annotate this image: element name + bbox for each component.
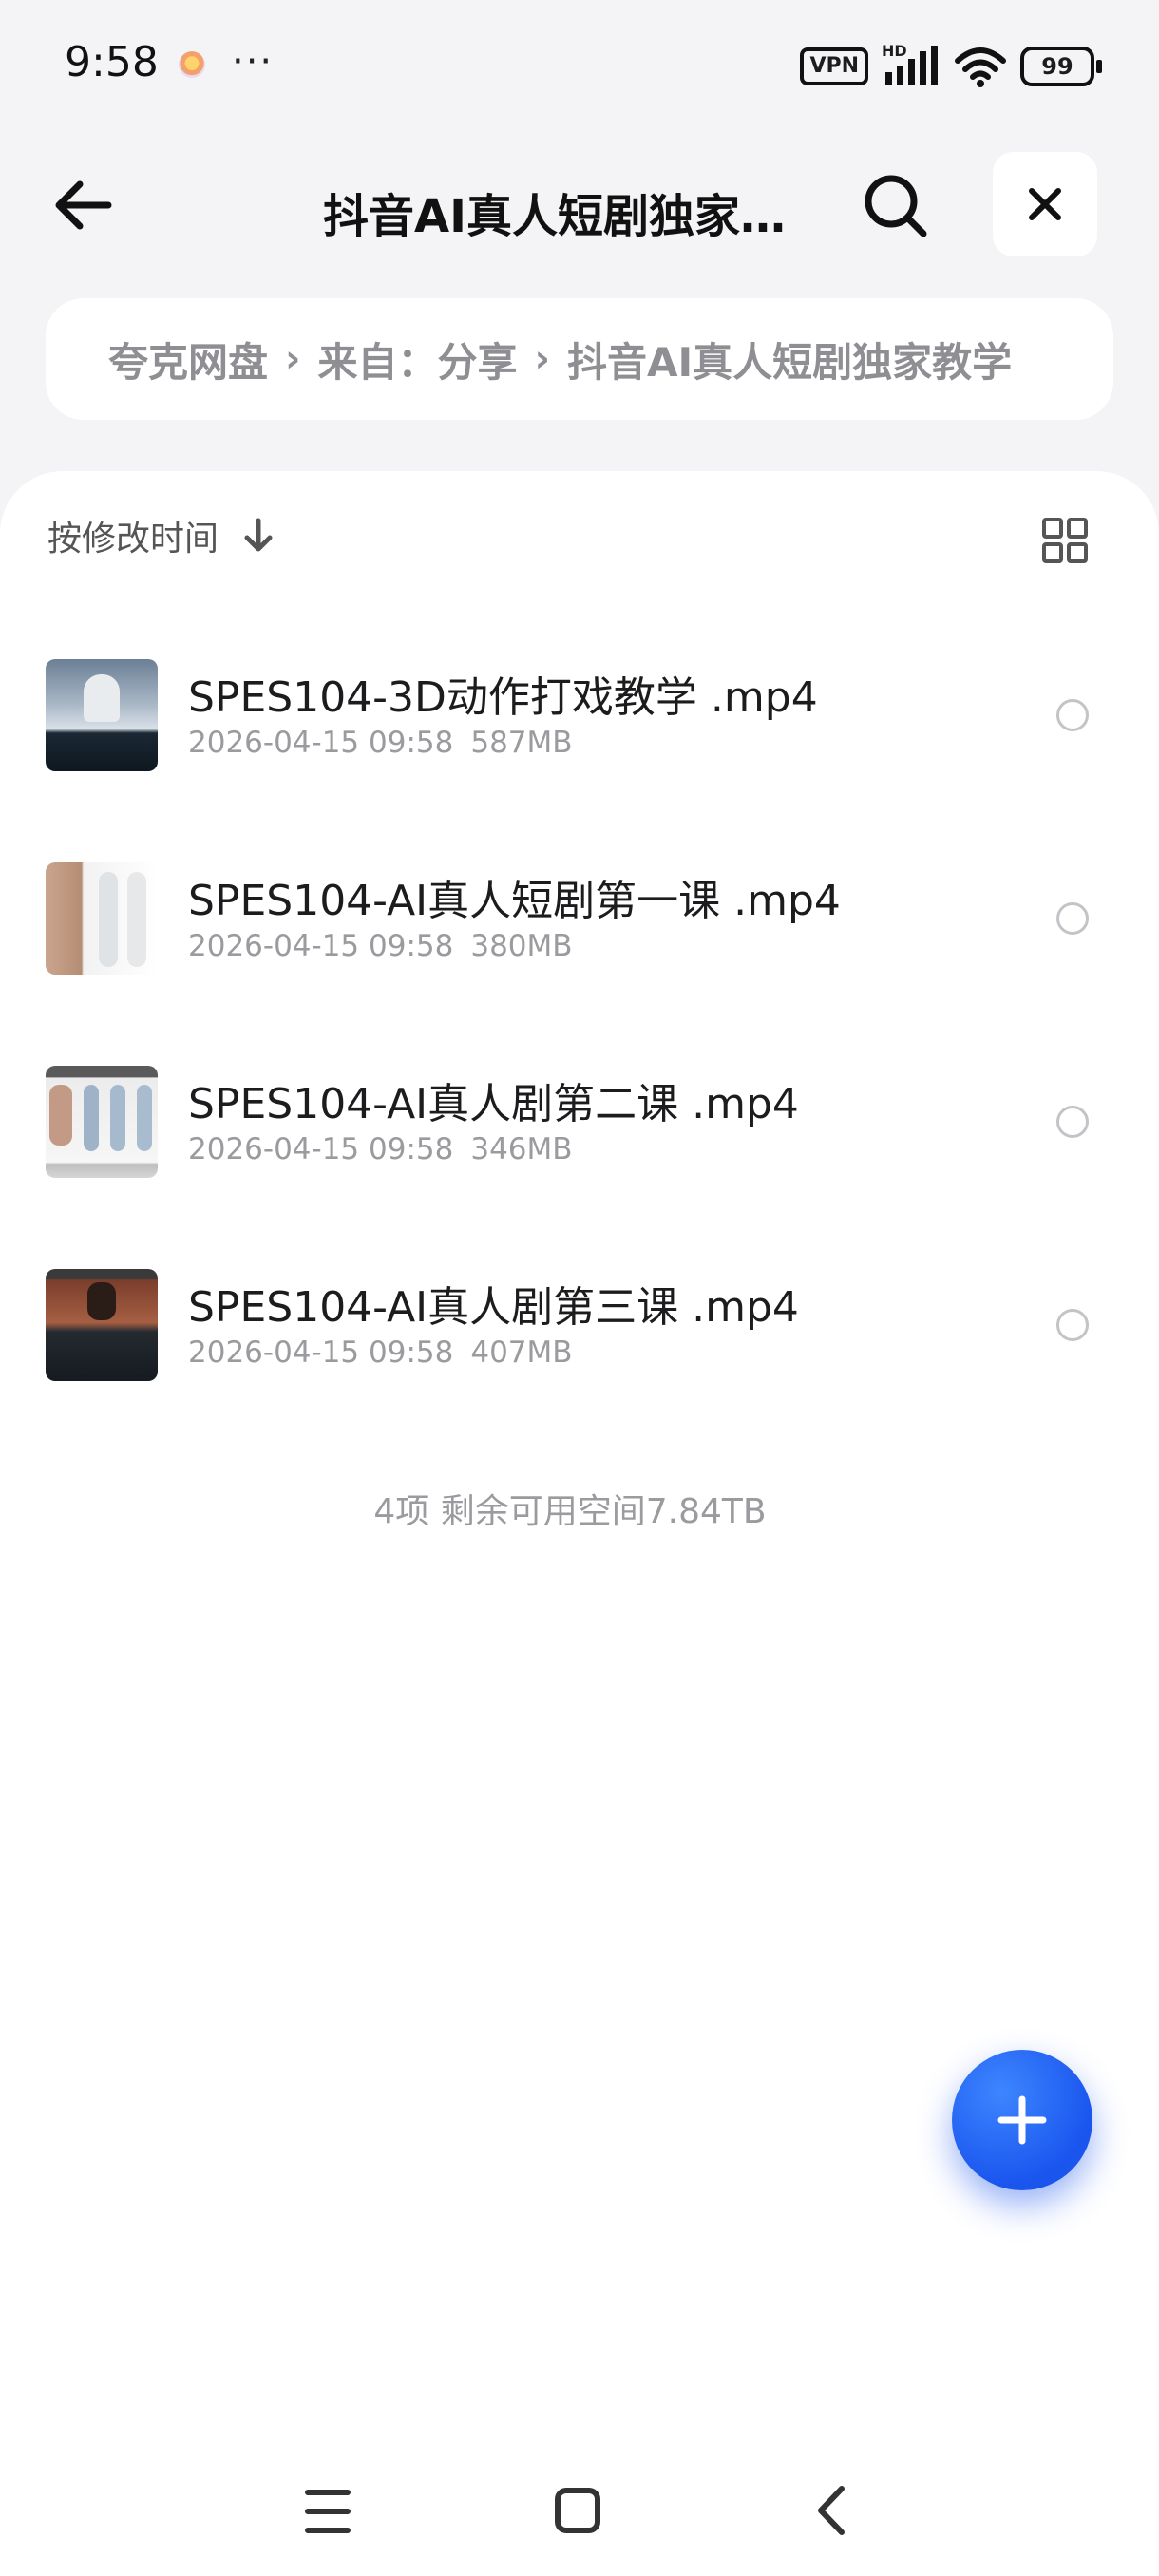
back-button[interactable] — [49, 171, 118, 239]
breadcrumb-item-current: 抖音AI真人短剧独家教学 — [567, 338, 1013, 386]
chevron-right-icon: › — [534, 337, 550, 381]
file-size: 346MB — [470, 1132, 573, 1166]
file-list-item[interactable]: SPES104-3D动作打戏教学 .mp4 2026-04-15 09:58 58… — [0, 659, 1159, 849]
signal-icon: HD — [882, 42, 940, 87]
vpn-badge: VPN — [800, 47, 868, 85]
plus-icon — [998, 2095, 1047, 2145]
file-name: SPES104-AI真人剧第二课 .mp4 — [188, 1080, 799, 1128]
file-name: SPES104-AI真人短剧第一课 .mp4 — [188, 877, 841, 925]
nav-back-button[interactable] — [788, 2470, 874, 2555]
file-size: 587MB — [470, 726, 573, 760]
nav-menu-button[interactable] — [285, 2470, 370, 2555]
file-meta: 2026-04-15 09:58 346MB — [188, 1132, 590, 1166]
select-radio[interactable] — [1056, 1309, 1089, 1341]
grid-view-icon — [1042, 518, 1088, 563]
file-name: SPES104-AI真人剧第三课 .mp4 — [188, 1283, 799, 1332]
file-list-item[interactable]: SPES104-AI真人剧第二课 .mp4 2026-04-15 09:58 34… — [0, 1066, 1159, 1256]
app-notification-icon — [179, 51, 205, 78]
back-icon — [818, 2486, 845, 2535]
system-nav-bar — [0, 2470, 1159, 2576]
file-list-panel: 按修改时间 SPES104-3D动作打戏教学 .mp4 2026-04-15 0… — [0, 471, 1159, 2576]
breadcrumb-item-root[interactable]: 夸克网盘 — [108, 331, 268, 388]
select-radio[interactable] — [1056, 1106, 1089, 1138]
breadcrumb: 夸克网盘 › 来自：分享 › 抖音AI真人短剧独家教学 — [46, 298, 1113, 420]
page-title: 抖音AI真人短剧独家教学 — [323, 190, 817, 243]
add-button[interactable] — [952, 2050, 1092, 2190]
file-size: 407MB — [470, 1335, 573, 1370]
select-radio[interactable] — [1056, 902, 1089, 935]
storage-summary: 4项 剩余可用空间7.84TB — [373, 1492, 767, 1531]
menu-icon — [305, 2490, 351, 2533]
sort-button[interactable]: 按修改时间 — [48, 511, 276, 560]
select-radio[interactable] — [1056, 699, 1089, 731]
search-button[interactable] — [859, 169, 931, 241]
file-date: 2026-04-15 09:58 — [188, 929, 454, 963]
sort-label: 按修改时间 — [48, 520, 219, 559]
nav-home-button[interactable] — [535, 2470, 620, 2555]
video-thumbnail — [46, 659, 158, 771]
video-thumbnail — [46, 1066, 158, 1178]
search-icon — [864, 175, 927, 237]
file-meta: 2026-04-15 09:58 587MB — [188, 726, 590, 760]
wifi-icon — [955, 47, 1006, 87]
video-thumbnail — [46, 862, 158, 975]
file-list-item[interactable]: SPES104-AI真人剧第三课 .mp4 2026-04-15 09:58 40… — [0, 1269, 1159, 1459]
battery-icon: 99 — [1020, 47, 1102, 86]
video-thumbnail — [46, 1269, 158, 1381]
chevron-right-icon: › — [285, 337, 301, 381]
grid-view-button[interactable] — [1041, 517, 1089, 564]
file-date: 2026-04-15 09:58 — [188, 1335, 454, 1370]
status-indicators: VPN HD 99 — [800, 42, 1102, 87]
back-arrow-icon — [55, 180, 112, 230]
file-size: 380MB — [470, 929, 573, 963]
more-notifications-indicator: ··· — [232, 40, 275, 84]
status-bar: 9:58 ··· VPN HD 99 — [0, 0, 1159, 133]
sort-down-arrow-icon — [244, 518, 273, 552]
close-button[interactable] — [993, 152, 1097, 256]
breadcrumb-item-share[interactable]: 来自：分享 — [318, 331, 518, 388]
close-icon — [1029, 188, 1061, 220]
file-date: 2026-04-15 09:58 — [188, 726, 454, 760]
file-name: SPES104-3D动作打戏教学 .mp4 — [188, 673, 818, 722]
file-date: 2026-04-15 09:58 — [188, 1132, 454, 1166]
status-time: 9:58 — [65, 38, 159, 86]
file-meta: 2026-04-15 09:58 407MB — [188, 1335, 590, 1370]
file-list-item[interactable]: SPES104-AI真人短剧第一课 .mp4 2026-04-15 09:58 3… — [0, 862, 1159, 1052]
home-icon — [555, 2488, 600, 2533]
file-meta: 2026-04-15 09:58 380MB — [188, 929, 590, 963]
